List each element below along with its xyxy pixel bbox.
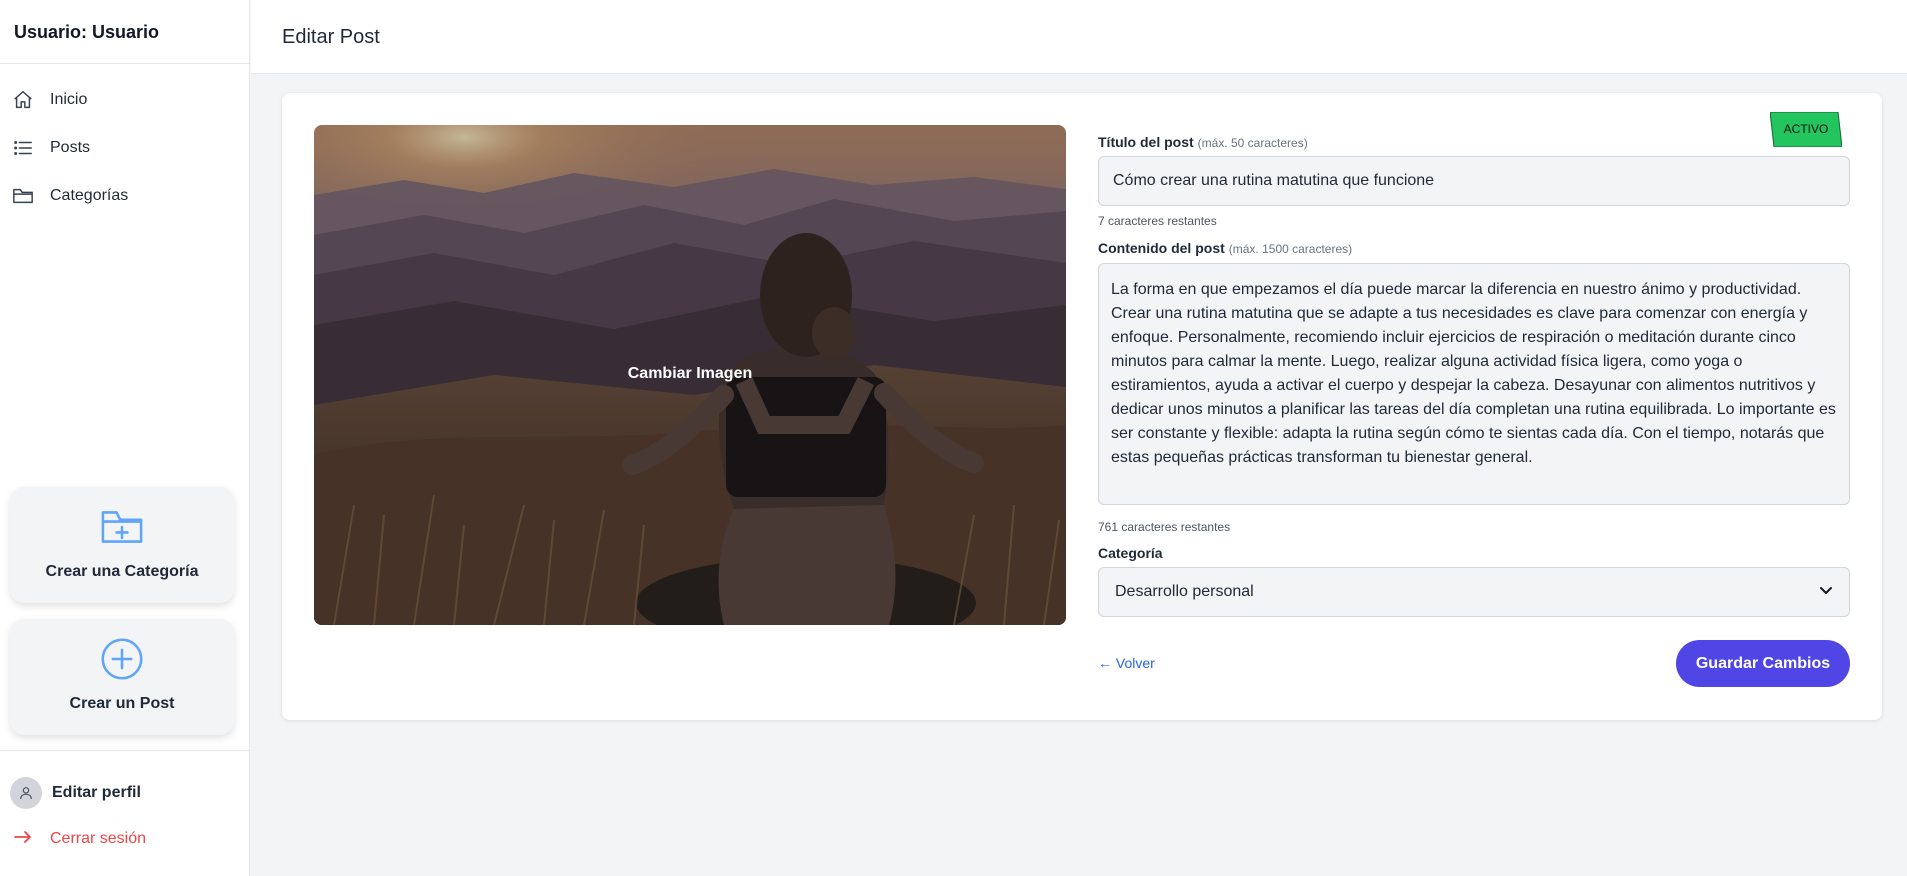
category-select[interactable]: Desarrollo personal [1098,567,1850,617]
post-image[interactable]: Cambiar Imagen [314,125,1066,625]
sidebar-footer: Editar perfil Cerrar sesión [0,750,249,859]
sidebar-nav: Inicio Posts Categorías [0,64,249,220]
content-limit: (máx. 1500 caracteres) [1228,242,1353,256]
plus-circle-icon [100,637,144,681]
edit-profile-label: Editar perfil [52,784,141,801]
back-link[interactable]: ← Volver [1098,655,1155,671]
create-category-label: Crear una Categoría [45,563,199,580]
content-remaining: 761 caracteres restantes [1098,520,1231,534]
edit-profile-link[interactable]: Editar perfil [0,767,249,819]
content-label-text: Contenido del post [1098,240,1225,256]
category-selected-value: Desarrollo personal [1115,583,1254,600]
title-limit: (máx. 50 caracteres) [1197,136,1308,150]
sidebar-item-inicio[interactable]: Inicio [0,76,249,124]
sidebar-item-label: Posts [50,139,91,156]
title-remaining: 7 caracteres restantes [1098,214,1217,228]
sidebar-item-label: Categorías [50,187,129,204]
logout-label: Cerrar sesión [50,830,147,847]
arrow-right-icon [14,830,34,849]
folder-icon [12,185,34,207]
title-input[interactable]: Cómo crear una rutina matutina que funci… [1098,156,1850,206]
chevron-down-icon [1819,568,1833,616]
home-icon [12,89,34,111]
sidebar-item-label: Inicio [50,91,88,108]
edit-post-panel: Cambiar Imagen ACTIVO Título del post (má… [282,93,1882,720]
create-post-button[interactable]: Crear un Post [10,619,234,735]
save-changes-button[interactable]: Guardar Cambios [1676,640,1850,687]
user-icon [10,777,42,809]
logout-link[interactable]: Cerrar sesión [0,819,249,859]
content-label: Contenido del post (máx. 1500 caracteres) [1098,240,1352,256]
list-icon [12,137,34,159]
sidebar-user-title: Usuario: Usuario [0,0,249,64]
status-badge-label: ACTIVO [1783,122,1829,136]
create-category-button[interactable]: Crear una Categoría [10,487,234,603]
change-image-label[interactable]: Cambiar Imagen [314,365,1066,383]
folder-plus-icon [100,505,144,549]
page-title: Editar Post [282,26,380,48]
category-label: Categoría [1098,545,1163,561]
sidebar-item-categorias[interactable]: Categorías [0,172,249,220]
content-textarea[interactable]: La forma en que empezamos el día puede m… [1098,263,1850,505]
sidebar: Usuario: Usuario Inicio Posts Categorías… [0,0,250,876]
top-bar: Editar Post [251,0,1907,74]
sidebar-item-posts[interactable]: Posts [0,124,249,172]
status-badge: ACTIVO [1770,112,1842,147]
create-post-label: Crear un Post [69,695,175,712]
title-label-text: Título del post [1098,134,1194,150]
title-label: Título del post (máx. 50 caracteres) [1098,134,1308,150]
